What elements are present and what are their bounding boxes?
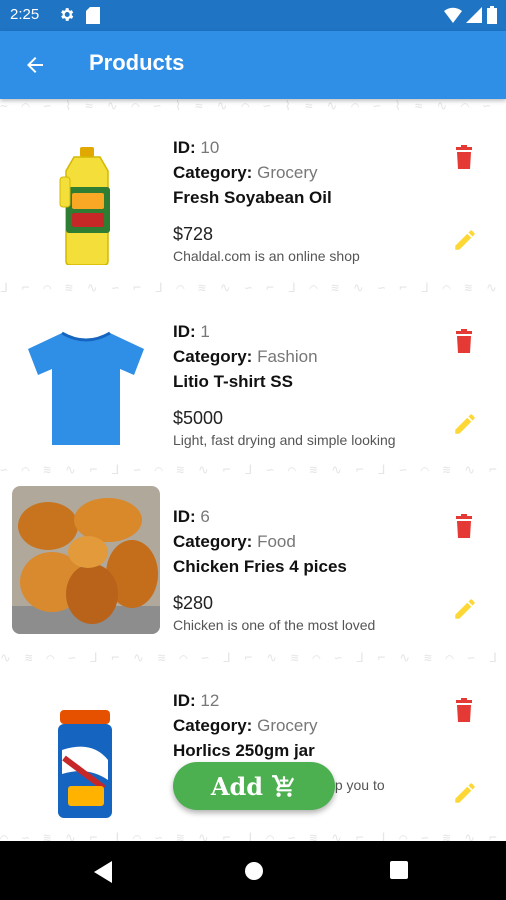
product-description: Light, fast drying and simple looking [173, 432, 396, 448]
app-bar: Products [0, 31, 506, 99]
edit-icon[interactable] [452, 780, 478, 806]
product-list[interactable]: ~ ⌒ ∽ ⌇ ≈ ∿ ⌒ ∽ ⌇ ≈ ∿ ⌒ ∽ ⌇ ≈ ∿ ⌒ ∽ ⌇ ≈ … [0, 99, 506, 841]
edit-icon[interactable] [452, 596, 478, 622]
gear-icon [61, 8, 74, 21]
product-info: ID: 6 Category: Food Chicken Fries 4 pic… [173, 504, 443, 635]
edit-icon[interactable] [452, 411, 478, 437]
product-category: Food [257, 532, 296, 551]
cart-icon [272, 775, 295, 797]
category-label: Category: [173, 716, 253, 735]
product-card[interactable]: ID: 1 Category: Fashion Litio T-shirt SS… [0, 283, 506, 453]
nav-recents-icon[interactable] [390, 861, 408, 879]
product-category: Fashion [257, 347, 318, 366]
category-label: Category: [173, 163, 253, 182]
product-image-blue-tshirt [28, 331, 144, 445]
product-info: ID: 1 Category: Fashion Litio T-shirt SS… [173, 319, 443, 450]
wifi-icon [444, 7, 462, 23]
product-card[interactable]: ID: 6 Category: Food Chicken Fries 4 pic… [0, 468, 506, 638]
product-info: ID: 10 Category: Grocery Fresh Soyabean … [173, 135, 443, 266]
system-navigation-bar [0, 841, 506, 900]
product-description: Chaldal.com is an online shop [173, 248, 360, 264]
edit-icon[interactable] [452, 227, 478, 253]
delete-icon[interactable] [454, 514, 474, 538]
battery-icon [487, 6, 497, 24]
delete-icon[interactable] [454, 698, 474, 722]
product-category: Grocery [257, 716, 318, 735]
product-image-fried-chicken [12, 486, 160, 634]
product-id: 10 [200, 138, 220, 157]
id-label: ID: [173, 691, 196, 710]
product-price: $728 [173, 224, 214, 244]
signal-icon [466, 7, 482, 23]
product-name: Litio T-shirt SS [173, 372, 293, 391]
product-image-oil-bottle [59, 147, 110, 265]
product-id: 12 [200, 691, 220, 710]
nav-back-icon[interactable] [94, 861, 114, 883]
product-id: 1 [200, 322, 210, 341]
category-label: Category: [173, 347, 253, 366]
add-button-label: Add [210, 771, 264, 801]
product-price: $5000 [173, 408, 224, 428]
decorative-pattern: ⌒ ∽ ≋ ∿ ⌐ ᒧ ⌒ ∽ ≋ ∿ ⌐ ᒧ ⌒ ∽ ≋ ∿ ⌐ ᒧ ⌒ ∽ … [0, 831, 506, 841]
delete-icon[interactable] [454, 329, 474, 353]
product-category: Grocery [257, 163, 318, 182]
product-card[interactable]: ID: 10 Category: Grocery Fresh Soyabean … [0, 99, 506, 269]
delete-icon[interactable] [454, 145, 474, 169]
product-image-horlicks-jar [58, 710, 112, 818]
product-id: 6 [200, 507, 210, 526]
page-title: Products [89, 50, 185, 75]
status-time: 2:25 [10, 6, 40, 23]
product-name: Chicken Fries 4 pices [173, 557, 347, 576]
category-label: Category: [173, 532, 253, 551]
id-label: ID: [173, 322, 196, 341]
id-label: ID: [173, 138, 196, 157]
product-price: $280 [173, 593, 214, 613]
product-name: Horlics 250gm jar [173, 741, 315, 760]
nav-home-icon[interactable] [244, 861, 264, 881]
product-description: Chicken is one of the most loved [173, 617, 376, 633]
sd-card-icon [86, 7, 100, 24]
back-arrow-icon[interactable] [22, 53, 48, 77]
add-product-button[interactable]: Add [173, 762, 335, 810]
product-name: Fresh Soyabean Oil [173, 188, 332, 207]
status-bar: 2:25 [0, 0, 506, 31]
id-label: ID: [173, 507, 196, 526]
